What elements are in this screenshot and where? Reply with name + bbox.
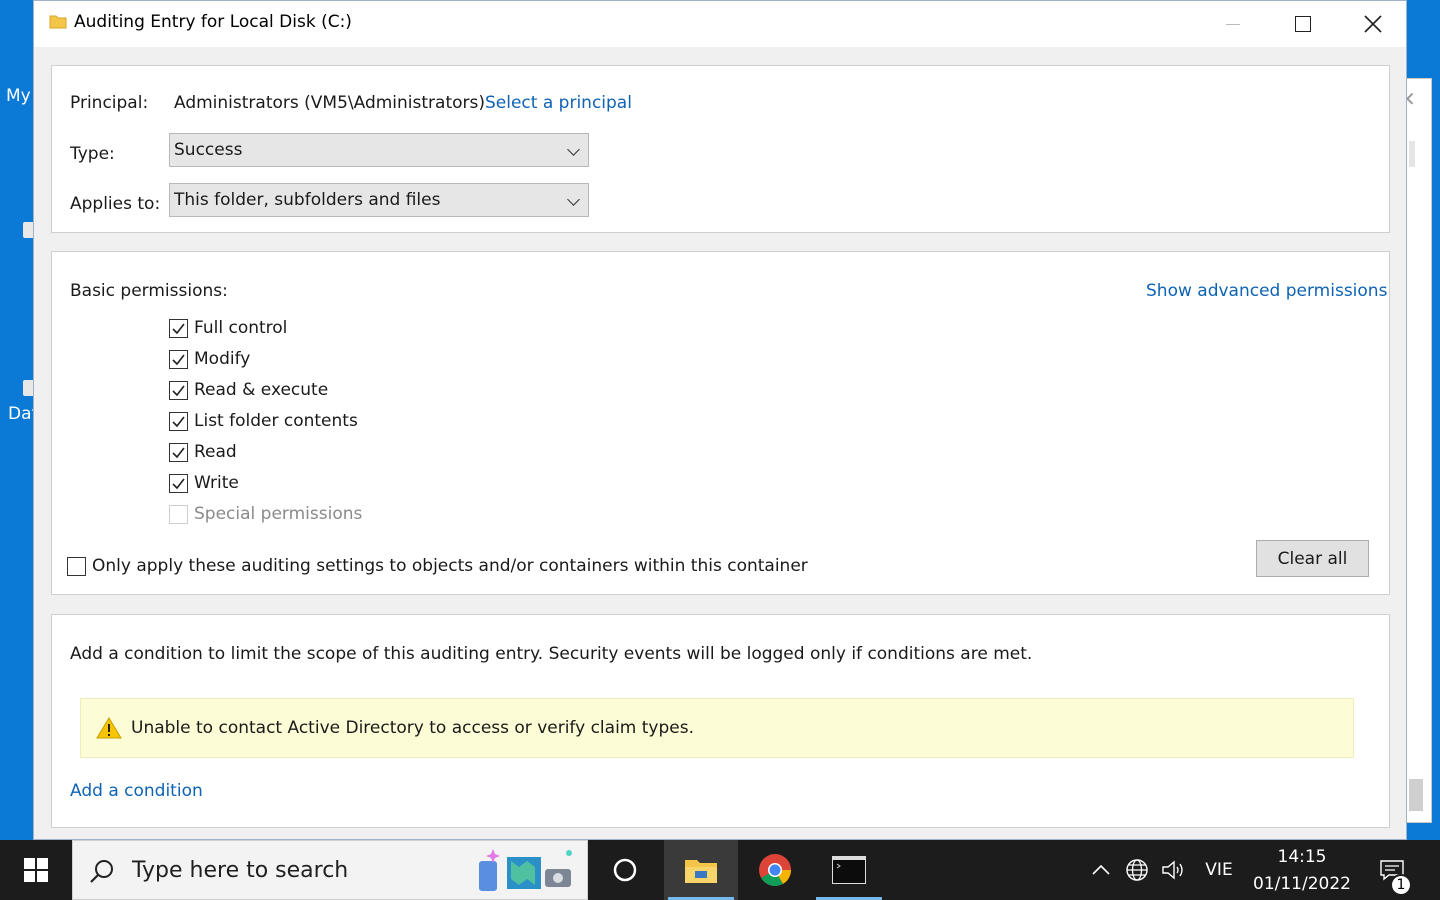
clock[interactable]: 14:15 01/11/2022 <box>1244 844 1360 898</box>
select-principal-link[interactable]: Select a principal <box>485 93 632 113</box>
show-hidden-icons-button[interactable] <box>1088 840 1114 900</box>
checkmark-icon <box>172 385 185 396</box>
only-apply-checkbox[interactable] <box>67 556 86 576</box>
search-icon <box>90 860 113 883</box>
permission-checkbox[interactable] <box>169 349 188 369</box>
only-apply-label: Only apply these auditing settings to ob… <box>92 556 808 576</box>
conditions-panel: Add a condition to limit the scope of th… <box>51 614 1390 828</box>
search-highlight-illustration-icon <box>479 849 572 891</box>
terminal-icon <box>832 856 866 884</box>
basic-permissions-label: Basic permissions: <box>70 281 228 301</box>
permissions-panel: Basic permissions: Show advanced permiss… <box>51 251 1390 595</box>
input-language-indicator[interactable]: VIE <box>1196 840 1242 900</box>
permission-checkbox[interactable] <box>169 473 188 493</box>
taskbar-search-box[interactable]: Type here to search <box>72 840 588 900</box>
permission-checkbox-row[interactable]: Modify <box>169 347 250 371</box>
type-dropdown-value: Success <box>174 140 243 160</box>
permission-label: Read & execute <box>194 380 329 400</box>
windows-logo-icon <box>24 858 48 882</box>
permission-checkbox-row[interactable]: List folder contents <box>169 409 358 433</box>
close-icon <box>1364 15 1382 33</box>
warning-icon <box>96 717 122 739</box>
principal-value: Administrators (VM5\Administrators) <box>174 93 485 113</box>
type-label: Type: <box>70 144 115 164</box>
applies-to-dropdown-value: This folder, subfolders and files <box>174 190 441 210</box>
principal-label: Principal: <box>70 93 149 113</box>
chevron-down-icon <box>567 143 580 156</box>
chevron-up-icon <box>1092 864 1110 875</box>
permission-checkbox-row[interactable]: Write <box>169 471 239 495</box>
folder-icon <box>49 15 67 29</box>
permission-label: List folder contents <box>194 411 358 431</box>
cortana-icon <box>613 858 637 882</box>
permission-checkbox-row[interactable]: Read & execute <box>169 378 328 402</box>
permission-label: Modify <box>194 349 251 369</box>
start-button[interactable] <box>0 840 72 900</box>
file-explorer-icon <box>685 860 717 883</box>
permission-checkbox[interactable] <box>169 411 188 431</box>
type-dropdown[interactable]: Success <box>169 133 589 167</box>
maximize-button[interactable] <box>1268 1 1338 47</box>
clock-date: 01/11/2022 <box>1253 874 1351 894</box>
auditing-entry-dialog: Auditing Entry for Local Disk (C:) Princ… <box>33 0 1407 840</box>
add-condition-link[interactable]: Add a condition <box>70 781 203 801</box>
checkmark-icon <box>172 323 185 334</box>
close-button[interactable] <box>1338 1 1408 47</box>
permission-checkbox-row: Special permissions <box>169 502 362 526</box>
permission-label: Read <box>194 442 237 462</box>
terminal-taskbar-button[interactable] <box>812 840 886 900</box>
minimize-icon <box>1226 23 1240 25</box>
window-title: Auditing Entry for Local Disk (C:) <box>74 12 352 32</box>
file-explorer-taskbar-button[interactable] <box>664 840 738 900</box>
title-bar[interactable]: Auditing Entry for Local Disk (C:) <box>34 1 1406 47</box>
notification-count-badge: 1 <box>1390 874 1412 896</box>
permission-checkbox[interactable] <box>169 380 188 400</box>
minimize-button[interactable] <box>1198 1 1268 47</box>
checkmark-icon <box>172 354 185 365</box>
network-button[interactable] <box>1122 840 1152 900</box>
applies-to-label: Applies to: <box>70 194 161 214</box>
permission-checkbox-row[interactable]: Read <box>169 440 237 464</box>
permission-label: Full control <box>194 318 288 338</box>
clock-time: 14:15 <box>1277 847 1327 867</box>
speaker-icon <box>1162 860 1183 880</box>
checkmark-icon <box>172 447 185 458</box>
background-window-scrollbar[interactable] <box>1409 779 1423 811</box>
permission-checkbox <box>169 504 188 524</box>
chrome-icon <box>759 854 792 887</box>
desktop-icon-label[interactable]: My <box>6 86 31 106</box>
warning-text: Unable to contact Active Directory to ac… <box>131 718 694 738</box>
clear-all-button[interactable]: Clear all <box>1256 540 1369 577</box>
chrome-taskbar-button[interactable] <box>738 840 812 900</box>
show-advanced-permissions-link[interactable]: Show advanced permissions <box>1146 281 1387 301</box>
permission-checkbox[interactable] <box>169 318 188 338</box>
condition-description: Add a condition to limit the scope of th… <box>70 644 1033 664</box>
chevron-down-icon <box>567 193 580 206</box>
maximize-icon <box>1295 16 1311 32</box>
checkmark-icon <box>172 478 185 489</box>
permission-checkbox-row[interactable]: Full control <box>169 316 287 340</box>
globe-icon <box>1126 859 1148 881</box>
volume-button[interactable] <box>1158 840 1188 900</box>
taskbar: Type here to search VIE 14:15 01/11/2022 <box>0 840 1440 900</box>
only-apply-checkbox-row[interactable]: Only apply these auditing settings to ob… <box>67 554 808 578</box>
permission-checkbox[interactable] <box>169 442 188 462</box>
permission-label: Special permissions <box>194 504 363 524</box>
applies-to-dropdown[interactable]: This folder, subfolders and files <box>169 183 589 217</box>
task-view-button[interactable] <box>588 840 662 900</box>
checkmark-icon <box>172 416 185 427</box>
permission-label: Write <box>194 473 239 493</box>
principal-panel: Principal: Administrators (VM5\Administr… <box>51 65 1390 233</box>
background-window-control <box>1409 141 1415 167</box>
search-placeholder: Type here to search <box>132 858 349 883</box>
warning-banner: Unable to contact Active Directory to ac… <box>80 698 1354 758</box>
